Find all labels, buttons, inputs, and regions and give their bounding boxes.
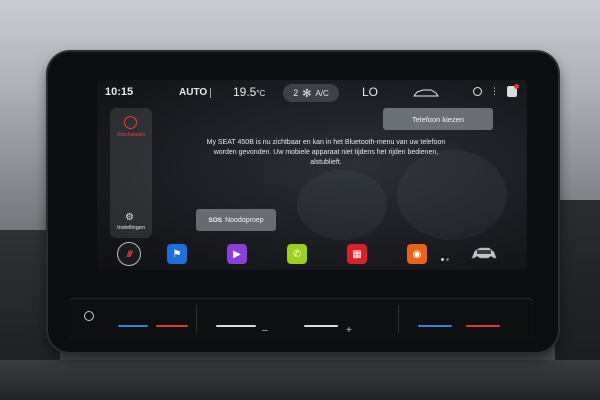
volume-slider-right[interactable] [304,325,338,327]
play-icon[interactable]: ▶ [227,244,247,264]
left-quick-panel: Uitschakelen ⚙ Instellingen [110,108,152,238]
volume-slider[interactable] [216,325,256,327]
emergency-call-button[interactable]: SOS Noodoproep [196,209,276,231]
climate-auto-button[interactable]: AUTO [179,87,212,98]
right-temp-slider-cold[interactable] [418,325,452,327]
flag-icon[interactable]: ⚑ [167,244,187,264]
page-dot [441,258,444,261]
temperature-right[interactable]: LO [362,85,378,99]
temperature-left-value: 19.5 [233,85,257,99]
app-dock: /// ⚑ ▶ ✆ ▦ ◉ [97,240,527,270]
power-icon[interactable] [84,311,94,321]
page-dot [446,258,449,261]
brand-mark: /// [126,249,132,259]
reflection [297,170,387,240]
settings-label[interactable]: Instellingen [110,225,152,231]
fan-icon: ✻ [302,87,312,100]
phone-icon[interactable]: ✆ [287,244,307,264]
grid-icon[interactable]: ▦ [347,244,367,264]
connectivity-icon: ⋮ [490,86,499,96]
sos-label: Noodoproep [225,216,264,224]
plus-button[interactable]: + [346,325,352,336]
infotainment-screen: 10:15 AUTO 19.5°C 2 ✻ A/C LO ⋮ Uitschake… [97,80,527,270]
car-airflow-icon[interactable] [413,89,439,97]
home-button[interactable]: /// [117,242,141,266]
minus-button[interactable]: – [262,325,268,336]
globe-icon [473,87,482,96]
divider [398,305,399,333]
app-connect-icon[interactable]: ◉ [407,244,427,264]
warning-icon[interactable] [124,116,137,129]
fan-speed: 2 [293,88,299,98]
temperature-left[interactable]: 19.5°C [233,85,265,99]
climate-mode-label: AUTO [179,87,208,98]
dashboard-bottom [0,360,600,400]
fan-ac-control[interactable]: 2 ✻ A/C [283,84,339,102]
left-temp-slider-warm[interactable] [156,325,188,327]
gear-icon[interactable]: ⚙ [125,212,134,223]
separator [210,87,212,98]
left-temp-slider-cold[interactable] [118,325,148,327]
warning-label: Uitschakelen [116,132,146,138]
status-icons: ⋮ [473,84,519,97]
vehicle-icon[interactable] [469,244,499,264]
bluetooth-message: My SEAT 450B is nu zichtbaar en kan in h… [206,139,446,166]
clock: 10:15 [105,86,134,98]
ac-label: A/C [315,88,329,98]
status-bar: 10:15 AUTO 19.5°C 2 ✻ A/C LO ⋮ [97,80,527,106]
notification-icon[interactable] [507,84,519,97]
climate-control-strip: – + [68,298,534,342]
sos-tag: SOS [208,216,223,224]
page-indicator [441,258,449,261]
right-temp-slider-warm[interactable] [466,325,500,327]
choose-phone-button[interactable]: Telefoon kiezen [383,108,493,130]
divider [196,305,197,333]
temperature-left-unit: °C [256,89,266,98]
